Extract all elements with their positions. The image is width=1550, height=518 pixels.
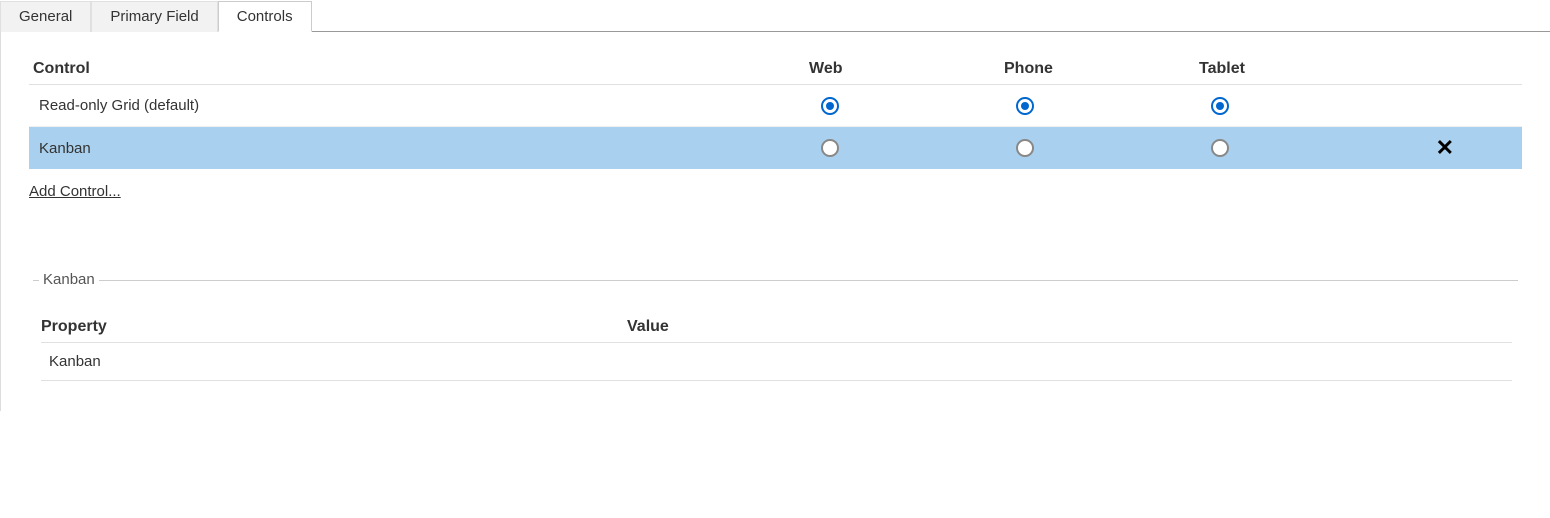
radio-tablet[interactable] [1211, 97, 1229, 115]
add-control-container: Add Control... [29, 183, 1522, 200]
header-phone: Phone [1004, 60, 1199, 78]
radio-web[interactable] [821, 97, 839, 115]
control-name: Kanban [29, 140, 809, 157]
header-blank [1394, 60, 1474, 78]
fieldset-legend: Kanban [39, 271, 99, 288]
details-header: Property Value [41, 318, 1512, 343]
controls-table-header: Control Web Phone Tablet [29, 60, 1522, 85]
details-row[interactable]: Kanban [41, 343, 1512, 381]
detail-property: Kanban [49, 353, 635, 370]
control-name: Read-only Grid (default) [29, 97, 809, 114]
tab-bar: General Primary Field Controls [0, 0, 1550, 32]
tab-content: Control Web Phone Tablet Read-only Grid … [0, 32, 1550, 411]
add-control-link[interactable]: Add Control... [29, 183, 121, 200]
header-control: Control [29, 60, 809, 78]
tab-controls[interactable]: Controls [218, 1, 312, 32]
radio-phone[interactable] [1016, 139, 1034, 157]
details-fieldset: Kanban Property Value Kanban [33, 280, 1518, 391]
control-row-kanban[interactable]: Kanban ✕ [29, 127, 1522, 169]
control-row-readonly-grid[interactable]: Read-only Grid (default) [29, 85, 1522, 127]
header-property: Property [41, 318, 627, 336]
tab-general[interactable]: General [0, 1, 91, 32]
radio-web[interactable] [821, 139, 839, 157]
close-icon[interactable]: ✕ [1436, 135, 1454, 161]
header-web: Web [809, 60, 1004, 78]
header-tablet: Tablet [1199, 60, 1394, 78]
radio-tablet[interactable] [1211, 139, 1229, 157]
header-value: Value [627, 318, 1512, 336]
radio-phone[interactable] [1016, 97, 1034, 115]
tab-primary-field[interactable]: Primary Field [91, 1, 217, 32]
detail-value [635, 353, 1512, 370]
